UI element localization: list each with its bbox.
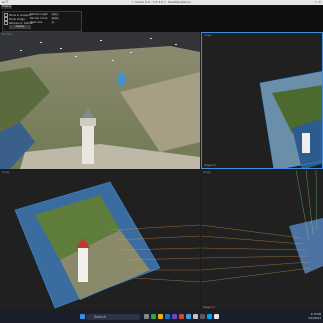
point-cloud-scene [0, 32, 200, 169]
viewport-image-3[interactable]: Image Image 3 ▾ [201, 170, 323, 310]
app-icon[interactable] [186, 314, 191, 319]
app-icon[interactable] [214, 314, 219, 319]
viewport-title: Image [204, 34, 212, 37]
realitycapture-icon[interactable] [193, 314, 198, 319]
display-button[interactable]: Display [9, 25, 31, 29]
panel-header[interactable]: Display [1, 5, 12, 9]
search-placeholder: Search [94, 315, 107, 319]
image-preview [201, 170, 323, 310]
field-render-mode[interactable]: Solid [51, 17, 59, 20]
image-selector[interactable]: Image 3 ▾ [203, 306, 215, 309]
field-radius[interactable]: Auto [51, 13, 59, 16]
viewport-title: Image [203, 171, 211, 174]
field-label-radius: Radius length [30, 13, 48, 16]
app-icon[interactable] [207, 314, 212, 319]
app-icon[interactable] [200, 314, 205, 319]
viewport-image-2[interactable]: Image Image 2 ▾ [201, 32, 323, 169]
field-point-size[interactable]: 1 [51, 21, 55, 24]
start-icon[interactable] [80, 314, 85, 319]
chrome-icon[interactable] [151, 314, 156, 319]
app-icon[interactable] [179, 314, 184, 319]
field-label-point: Point size [30, 21, 43, 24]
viewport-title: 3D View [2, 33, 12, 36]
image-preview [0, 170, 200, 310]
settings-panel: Display Show in viewport Show image Refe… [0, 5, 323, 32]
image-preview [202, 33, 322, 168]
field-label-render: Render mode [30, 17, 48, 20]
system-clock[interactable]: 4:15 PM 3/12/2024 [308, 313, 321, 320]
viewport-3d[interactable]: 3D View [0, 32, 200, 169]
file-explorer-icon[interactable] [158, 314, 163, 319]
app-icon[interactable] [172, 314, 177, 319]
image-selector[interactable]: Image 2 ▾ [204, 164, 216, 167]
edge-icon[interactable] [165, 314, 170, 319]
taskbar-search[interactable]: Search [86, 314, 140, 320]
checkbox-icon[interactable] [4, 21, 8, 25]
display-options-box: Show in viewport Show image Reference: D… [2, 11, 82, 32]
taskbar: Search 4:15 PM 3/12/2024 [0, 311, 323, 323]
viewport-image-1[interactable]: Image [0, 170, 200, 310]
task-view-icon[interactable] [144, 314, 149, 319]
viewport-title: Image [2, 171, 10, 174]
